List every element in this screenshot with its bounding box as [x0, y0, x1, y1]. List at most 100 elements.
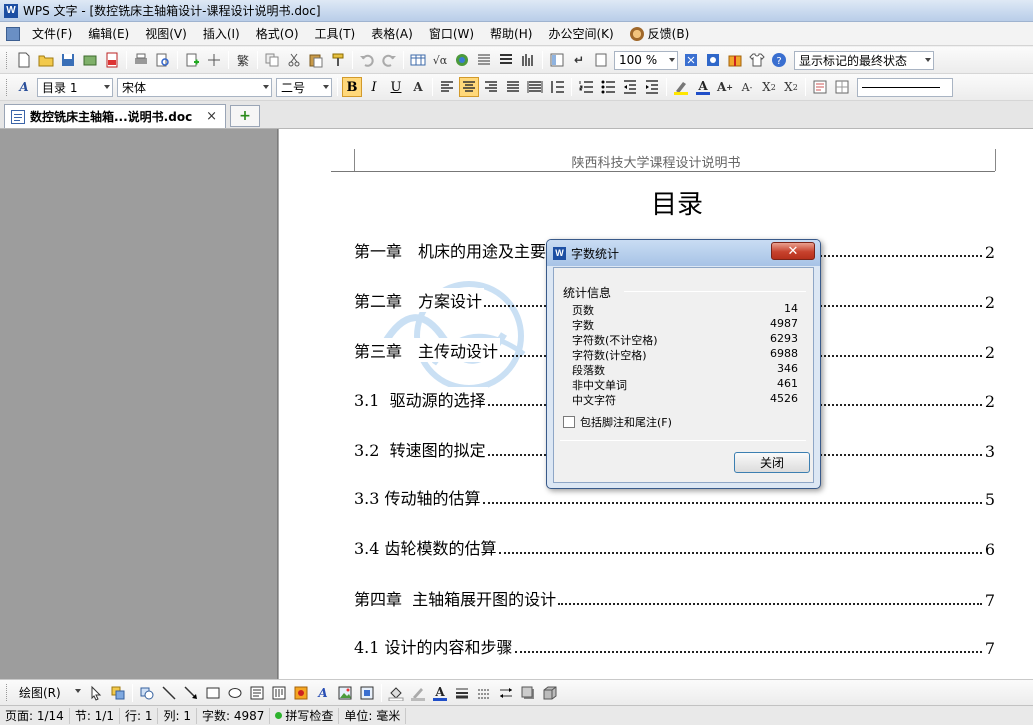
template-icon[interactable] — [703, 50, 723, 70]
help-icon[interactable]: ? — [769, 50, 789, 70]
select-pointer-icon[interactable] — [86, 683, 106, 703]
columns-icon[interactable] — [474, 50, 494, 70]
dash-style-icon[interactable] — [474, 683, 494, 703]
shrink-font-icon[interactable]: A- — [737, 77, 757, 97]
draw-menu-button[interactable]: 绘图(R) — [15, 683, 83, 702]
format-painter-split-icon[interactable] — [204, 50, 224, 70]
mail-icon[interactable] — [80, 50, 100, 70]
menu-insert[interactable]: 插入(I) — [195, 23, 248, 45]
traditional-chinese-icon[interactable]: 繁 — [233, 50, 253, 70]
select-objects-icon[interactable] — [108, 683, 128, 703]
align-right-icon[interactable] — [481, 77, 501, 97]
grow-font-icon[interactable]: A + — [715, 77, 735, 97]
highlight-icon[interactable] — [671, 77, 691, 97]
numbered-list-icon[interactable] — [576, 77, 596, 97]
status-page[interactable]: 页面: 1/14 — [0, 707, 70, 724]
menu-format[interactable]: 格式(O) — [248, 23, 307, 45]
include-footnotes-checkbox[interactable]: 包括脚注和尾注(F) — [563, 414, 672, 430]
menu-file[interactable]: 文件(F) — [24, 23, 80, 45]
shirt-icon[interactable] — [747, 50, 767, 70]
print-icon[interactable] — [131, 50, 151, 70]
toc-entry[interactable]: 4.1 设计的内容和步骤 7 — [354, 634, 995, 658]
menu-window[interactable]: 窗口(W) — [421, 23, 482, 45]
font-size-select[interactable]: 二号 — [276, 77, 332, 97]
pdf-export-icon[interactable] — [102, 50, 122, 70]
clipart-icon[interactable] — [291, 683, 311, 703]
subscript-icon[interactable]: X2 — [781, 77, 801, 97]
wordart-icon[interactable]: A — [313, 683, 333, 703]
arrow-tool-icon[interactable] — [181, 683, 201, 703]
picture-tool-icon[interactable] — [335, 683, 355, 703]
paste-icon[interactable] — [306, 50, 326, 70]
shapes-icon[interactable] — [137, 683, 157, 703]
font-color-icon[interactable]: A — [693, 77, 713, 97]
line-style-select[interactable] — [857, 77, 953, 97]
toolbar-grip[interactable] — [6, 684, 9, 701]
cut-icon[interactable] — [284, 50, 304, 70]
line-color-icon[interactable] — [408, 683, 428, 703]
align-center-icon[interactable] — [459, 77, 479, 97]
superscript-icon[interactable]: X2 — [759, 77, 779, 97]
redo-icon[interactable] — [379, 50, 399, 70]
justify-icon[interactable] — [503, 77, 523, 97]
toc-entry[interactable]: 3.3 传动轴的估算 5 — [354, 485, 995, 509]
checkbox-box[interactable] — [563, 416, 575, 428]
copy-icon[interactable] — [262, 50, 282, 70]
new-document-icon[interactable] — [14, 50, 34, 70]
open-folder-icon[interactable] — [36, 50, 56, 70]
style-select[interactable]: 目录 1 — [37, 77, 113, 97]
new-tab-button[interactable]: + — [230, 105, 260, 127]
3d-style-icon[interactable] — [540, 683, 560, 703]
status-word-count[interactable]: 字数: 4987 — [197, 707, 271, 724]
italic-button[interactable]: I — [364, 77, 384, 97]
app-menu-icon[interactable] — [6, 26, 20, 41]
menu-table[interactable]: 表格(A) — [363, 23, 421, 45]
style-icon[interactable]: A — [14, 77, 34, 97]
menu-view[interactable]: 视图(V) — [137, 23, 195, 45]
menu-feedback[interactable]: 反馈(B) — [622, 23, 698, 45]
toolbar-grip[interactable] — [6, 51, 9, 69]
font-effect-icon[interactable]: A — [408, 77, 428, 97]
bar-chart-icon[interactable] — [518, 50, 538, 70]
tab-active-document[interactable]: 数控铣床主轴箱...说明书.doc × — [4, 104, 226, 128]
dialog-close-icon[interactable]: ✕ — [771, 242, 815, 260]
format-painter-icon[interactable] — [328, 50, 348, 70]
toc-entry[interactable]: 3.4 齿轮模数的估算 6 — [354, 535, 995, 559]
markup-state-select[interactable]: 显示标记的最终状态 — [794, 50, 934, 70]
decrease-indent-icon[interactable] — [620, 77, 640, 97]
toc-entry[interactable]: 第四章 主轴箱展开图的设计 7 — [354, 586, 995, 610]
zoom-select[interactable]: 100 % — [614, 50, 678, 70]
toolbar-grip[interactable] — [6, 78, 9, 96]
show-hide-marks-icon[interactable]: ↵ — [569, 50, 589, 70]
align-left-icon[interactable] — [437, 77, 457, 97]
insert-table-icon[interactable] — [408, 50, 428, 70]
font-select[interactable]: 宋体 — [117, 77, 272, 97]
diagram-tool-icon[interactable] — [357, 683, 377, 703]
line-spacing-icon[interactable] — [547, 77, 567, 97]
arrow-style-icon[interactable] — [496, 683, 516, 703]
print-preview-icon[interactable] — [153, 50, 173, 70]
distribute-icon[interactable] — [525, 77, 545, 97]
ellipse-tool-icon[interactable] — [225, 683, 245, 703]
shadow-style-icon[interactable] — [518, 683, 538, 703]
close-button[interactable]: 关闭 — [734, 452, 810, 473]
wps-center-icon[interactable] — [681, 50, 701, 70]
rectangle-tool-icon[interactable] — [203, 683, 223, 703]
bold-button[interactable]: B — [342, 77, 362, 97]
list-view-icon[interactable] — [496, 50, 516, 70]
insert-picture-icon[interactable] — [452, 50, 472, 70]
fill-color-icon[interactable] — [386, 683, 406, 703]
close-tab-icon[interactable]: × — [206, 109, 217, 124]
line-tool-icon[interactable] — [159, 683, 179, 703]
page-view-icon[interactable] — [591, 50, 611, 70]
line-style-icon[interactable] — [452, 683, 472, 703]
menu-tools[interactable]: 工具(T) — [307, 23, 364, 45]
bullet-list-icon[interactable] — [598, 77, 618, 97]
save-icon[interactable] — [58, 50, 78, 70]
formula-icon[interactable]: √α — [430, 50, 450, 70]
borders-icon[interactable] — [832, 77, 852, 97]
increase-indent-icon[interactable] — [642, 77, 662, 97]
draw-font-color-icon[interactable]: A — [430, 683, 450, 703]
status-spell-check[interactable]: 拼写检查 — [270, 707, 340, 724]
text-box-icon[interactable] — [810, 77, 830, 97]
